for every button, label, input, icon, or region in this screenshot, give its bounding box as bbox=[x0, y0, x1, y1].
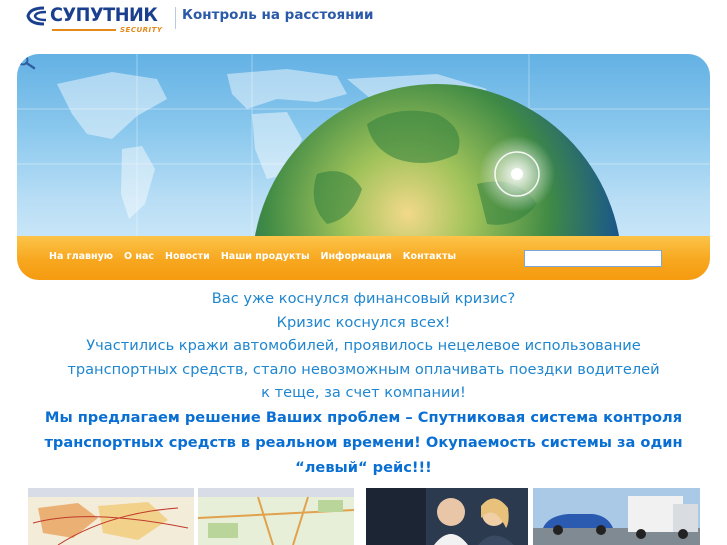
nav-item-products[interactable]: Наши продукты bbox=[221, 251, 310, 262]
tagline-divider bbox=[175, 7, 176, 29]
thumbnail-strip bbox=[28, 488, 700, 545]
search-input[interactable] bbox=[524, 250, 662, 267]
intro-line: к теще, за счет компании! bbox=[261, 384, 466, 401]
logo[interactable]: СУПУТНИК SECURITY bbox=[24, 4, 174, 40]
nav-item-contacts[interactable]: Контакты bbox=[403, 251, 456, 262]
thumbnail-operators[interactable] bbox=[366, 488, 528, 545]
thumbnail-city-map[interactable] bbox=[198, 488, 354, 545]
intro-line: Кризис коснулся всех! bbox=[276, 313, 451, 331]
nav-item-home[interactable]: На главную bbox=[49, 251, 113, 262]
nav-item-info[interactable]: Информация bbox=[321, 251, 392, 262]
nav-item-news[interactable]: Новости bbox=[165, 251, 210, 262]
header: СУПУТНИК SECURITY Контроль на расстоянии bbox=[0, 0, 727, 45]
hero-banner: На главную О нас Новости Наши продукты И… bbox=[17, 54, 710, 280]
intro-line: Вас уже коснулся финансовый кризис? bbox=[211, 290, 516, 307]
offer-line: “левый“ рейс!!! bbox=[295, 458, 432, 476]
logo-subtitle: SECURITY bbox=[120, 26, 163, 34]
thumbnail-map-regions[interactable] bbox=[28, 488, 194, 545]
tagline: Контроль на расстоянии bbox=[182, 7, 374, 23]
logo-icon bbox=[26, 6, 47, 26]
intro-line: транспортных средств, стало невозможным … bbox=[67, 360, 660, 378]
nav-item-about[interactable]: О нас bbox=[124, 251, 154, 262]
main-nav: На главную О нас Новости Наши продукты И… bbox=[49, 251, 467, 262]
arrow-right-icon[interactable] bbox=[17, 54, 27, 64]
main-content: Вас уже коснулся финансовый кризис? Криз… bbox=[0, 287, 727, 480]
logo-text: СУПУТНИК bbox=[50, 4, 158, 26]
offer-line: Мы предлагаем решение Ваших проблем – Сп… bbox=[44, 408, 683, 426]
thumbnail-vehicles[interactable] bbox=[533, 488, 700, 545]
offer-line: транспортных средств в реальном времени!… bbox=[44, 433, 683, 451]
intro-line: Участились кражи автомобилей, проявилось… bbox=[86, 337, 641, 354]
logo-underline bbox=[52, 29, 116, 31]
